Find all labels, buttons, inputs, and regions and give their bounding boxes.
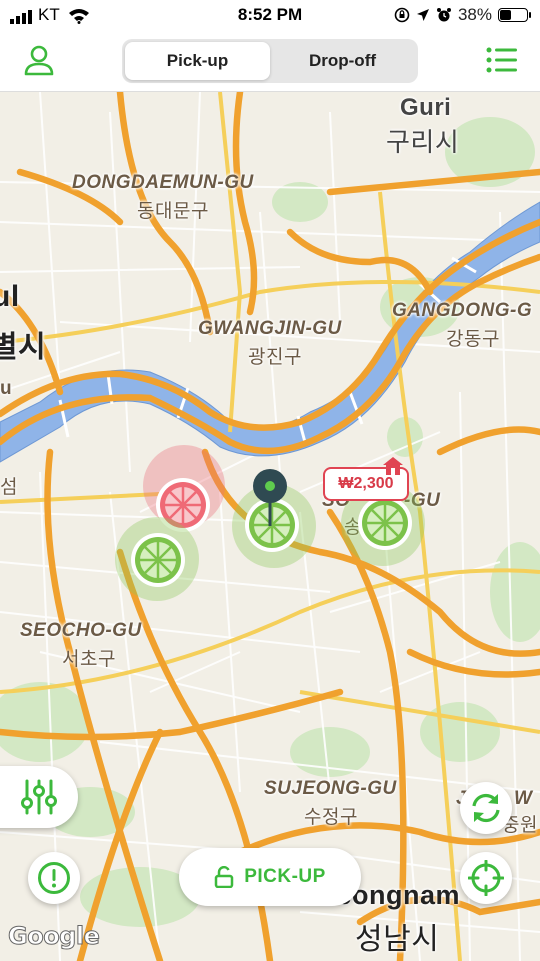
google-logo: Google — [7, 922, 100, 951]
current-location-pin-icon — [253, 469, 287, 526]
map-label-guri-ko: 구리시 — [386, 127, 460, 157]
map-view[interactable]: Guri 구리시 DONGDAEMUN-GU 동대문구 GWANGJIN-GU … — [0, 92, 540, 961]
map-label-dongdaemun-ko: 동대문구 — [137, 201, 209, 222]
scooter-marker-green-seocho[interactable] — [129, 531, 187, 589]
refresh-icon — [472, 793, 500, 823]
map-label-seongnam-ko: 성남시 — [355, 923, 440, 956]
battery-percent: 38% — [457, 5, 492, 24]
alarm-icon — [436, 8, 451, 22]
rotation-lock-icon — [394, 7, 410, 23]
map-label-guri-en: Guri — [400, 94, 452, 121]
map-label-gwangjin-ko: 광진구 — [248, 347, 302, 368]
crosshair-icon — [468, 860, 504, 896]
map-label-gangdong-ko: 강동구 — [446, 329, 500, 350]
map-label-dongdaemun-en: DONGDAEMUN-GU — [72, 172, 254, 193]
status-bar: KT 8:52 PM 38% — [0, 0, 540, 32]
map-label-sujeong-en: SUJEONG-GU — [264, 778, 397, 799]
sliders-icon — [21, 779, 57, 815]
map-label-gwangjin-en: GWANGJIN-GU — [198, 318, 342, 339]
user-profile-icon[interactable] — [22, 43, 56, 77]
unlock-icon — [214, 866, 234, 888]
refresh-button[interactable] — [460, 782, 512, 834]
map-label-seoul-partial-1: ul — [0, 280, 20, 313]
map-label-jungwon-en2: W — [514, 788, 533, 809]
map-label-sujeong-ko: 수정구 — [304, 807, 358, 828]
tab-drop-off[interactable]: Drop-off — [270, 42, 415, 80]
location-arrow-icon — [416, 9, 429, 21]
map-label-seocho-ko: 서초구 — [62, 649, 116, 670]
pickup-button-label: PICK-UP — [244, 866, 326, 887]
mode-switch: Pick-up Drop-off — [122, 39, 418, 83]
tab-pick-up[interactable]: Pick-up — [125, 42, 270, 80]
home-icon — [383, 457, 403, 475]
map-label-seocho-en: SEOCHO-GU — [20, 620, 142, 641]
report-button[interactable] — [28, 852, 80, 904]
scooter-marker-green-songpa[interactable] — [356, 494, 414, 552]
battery-icon — [498, 8, 531, 22]
list-menu-icon[interactable] — [486, 45, 518, 75]
top-nav: Pick-up Drop-off — [0, 32, 540, 92]
locate-me-button[interactable] — [460, 852, 512, 904]
map-label-west-seom: 섬 — [0, 477, 18, 498]
alert-icon — [38, 862, 70, 894]
filter-button[interactable] — [0, 766, 78, 828]
map-label-gangdong-en: GANGDONG-G — [392, 300, 533, 321]
map-label-west-u: u — [0, 378, 13, 399]
pickup-button[interactable]: PICK-UP — [179, 848, 361, 906]
map-label-seoul-partial-2: 별시 — [0, 331, 47, 364]
